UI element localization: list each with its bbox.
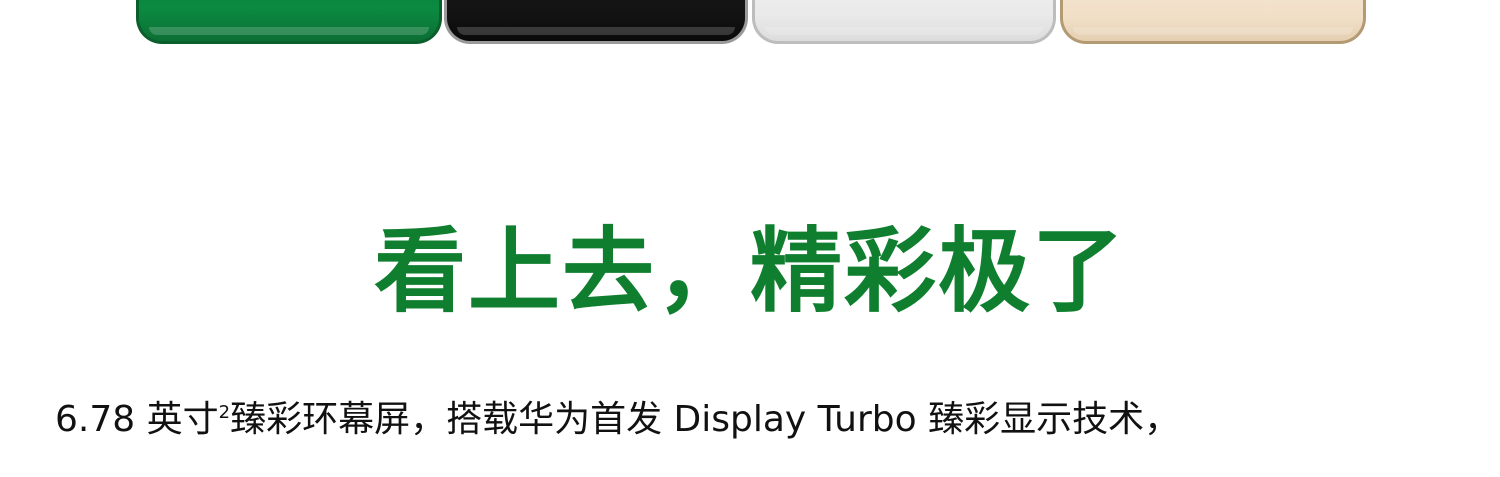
- page-headline: 看上去，精彩极了: [373, 218, 1126, 325]
- white-phone-image: [752, 0, 1056, 44]
- feature-text: 臻彩环幕屏，搭载华为首发 Display Turbo 臻彩显示技术，: [230, 399, 1181, 440]
- black-phone-image: [444, 0, 748, 44]
- green-phone-image: [136, 0, 442, 44]
- screen-size-text: 6.78 英寸: [55, 399, 219, 440]
- footnote-marker: 2: [218, 402, 231, 423]
- gold-phone-image: [1060, 0, 1366, 44]
- phone-color-options: [0, 0, 1500, 60]
- feature-description: 6.78 英寸2臻彩环幕屏，搭载华为首发 Display Turbo 臻彩显示技…: [55, 402, 1475, 438]
